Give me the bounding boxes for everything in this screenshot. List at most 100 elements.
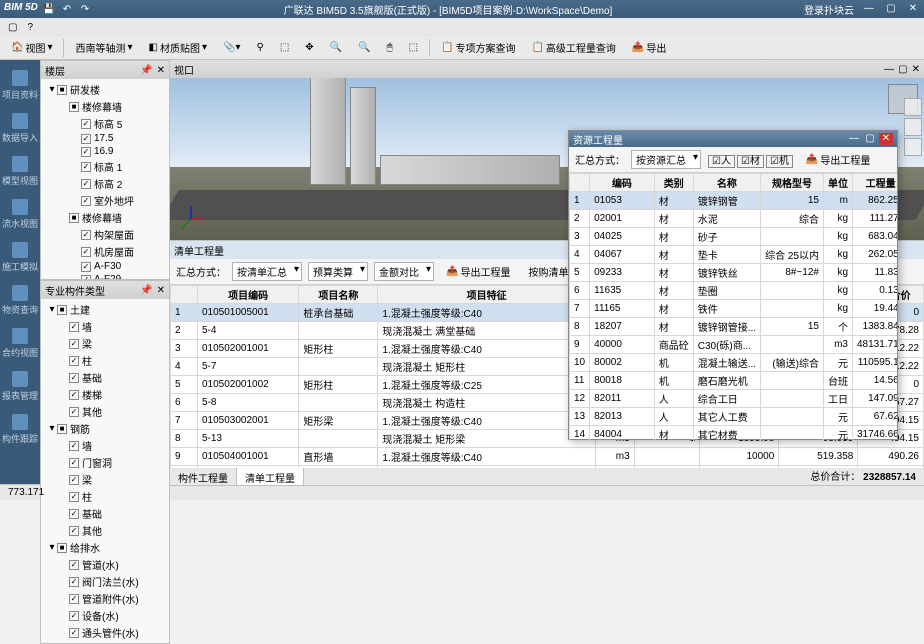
special-query-button[interactable]: 📋专项方案查询 <box>436 37 520 58</box>
nav-物资查询[interactable]: 物资查询 <box>0 279 40 322</box>
tab-list-qty[interactable]: 清单工程量 <box>237 468 304 485</box>
tree-item[interactable]: ✓梁 <box>43 335 167 352</box>
tree-item[interactable]: ✓基础 <box>43 505 167 522</box>
col-header[interactable]: 项目名称 <box>299 286 378 304</box>
tree-item[interactable]: ✓墙 <box>43 437 167 454</box>
table-row[interactable]: 1382013人其它人工费元67.628167.61 <box>570 408 898 426</box>
tree-item[interactable]: ✓管道(水) <box>43 556 167 573</box>
table-row[interactable]: 9010504001001直形墙1.混凝土强度等级:C40m310000519.… <box>171 448 924 466</box>
tree-item[interactable]: ✓墙 <box>43 318 167 335</box>
axis-gizmo-icon[interactable] <box>176 204 206 234</box>
side-tool-icon[interactable] <box>904 118 922 136</box>
menu-item[interactable]: ? <box>23 21 37 34</box>
tree-item[interactable]: ✓其他 <box>43 522 167 539</box>
table-row[interactable]: 1484004材其它材费元31746.666131746.65 <box>570 426 898 442</box>
f-summary-dropdown[interactable]: 按资源汇总 <box>631 150 701 169</box>
tree-item[interactable]: ✓构架屋面 <box>43 226 167 243</box>
tool-icon[interactable]: ⬚ <box>404 39 423 56</box>
min-icon[interactable]: — <box>884 64 894 75</box>
material-dropdown[interactable]: ◧材质贴图▾ <box>144 37 212 58</box>
type-tree[interactable]: ▾■土建✓墙✓梁✓柱✓基础✓楼梯✓其他▾■钢筋✓墙✓门窗洞✓梁✓柱✓基础✓其他▾… <box>41 299 169 643</box>
table-row[interactable]: 711165材铁件kg19.4434.6790.8 <box>570 300 898 318</box>
tab-component-qty[interactable]: 构件工程量 <box>170 468 237 485</box>
filter-机[interactable]: ☑机 <box>766 155 793 168</box>
tree-item[interactable]: ✓设备(水) <box>43 607 167 624</box>
col-header[interactable] <box>171 286 198 304</box>
budget-dropdown[interactable]: 预算类算 <box>308 262 368 281</box>
tree-item[interactable]: ✓柱 <box>43 352 167 369</box>
export-quantity-button[interactable]: 📤导出工程量 <box>440 262 516 281</box>
tree-item[interactable]: ▾■研发楼 <box>43 81 167 98</box>
tool-icon[interactable]: 📎▾ <box>218 39 245 56</box>
tool-icon[interactable]: ✥ <box>300 39 318 56</box>
tree-item[interactable]: ✓管道附件(水) <box>43 590 167 607</box>
nav-数据导入[interactable]: 数据导入 <box>0 107 40 150</box>
advanced-query-button[interactable]: 📋高级工程量查询 <box>526 37 620 58</box>
pin-icon[interactable]: 📌 <box>140 65 152 76</box>
table-row[interactable]: 611635材垫圈kg0.1320.686.39 <box>570 282 898 300</box>
view-button[interactable]: 🏠视图▾ <box>6 37 57 58</box>
resource-table[interactable]: 编码类别名称规格型号单位工程量单价合价(元)101053材镀锌钢管15m862.… <box>569 173 897 441</box>
tree-item[interactable]: ✓阀门法兰(水) <box>43 573 167 590</box>
tree-item[interactable]: ▾■钢筋 <box>43 420 167 437</box>
table-row[interactable]: 101053材镀锌钢管15m862.2593.993440.41 <box>570 192 898 210</box>
tree-item[interactable]: ✓A-F29 <box>43 273 167 279</box>
tree-item[interactable]: ■楼修幕墙 <box>43 209 167 226</box>
dialog-close-icon[interactable]: ✕ <box>879 133 893 145</box>
table-row[interactable]: 304025材砂子kg683.0440.0427.32 <box>570 228 898 246</box>
filter-人[interactable]: ☑人 <box>708 155 735 168</box>
table-row[interactable]: 940000商品砼C30(砾)商...m348131.7134101981000… <box>570 336 898 354</box>
close-icon[interactable]: ✕ <box>906 2 920 16</box>
side-tool-icon[interactable] <box>904 138 922 156</box>
tool-icon[interactable]: 🔍 <box>325 39 347 56</box>
tool-icon[interactable]: ⚲ <box>251 39 268 56</box>
tree-item[interactable]: ✓标高 2 <box>43 175 167 192</box>
tree-item[interactable]: ✓楼梯 <box>43 386 167 403</box>
nav-模型视图[interactable]: 模型视图 <box>0 150 40 193</box>
tree-item[interactable]: ✓梁 <box>43 471 167 488</box>
tree-item[interactable]: ■楼修幕墙 <box>43 98 167 115</box>
tree-item[interactable]: ✓基础 <box>43 369 167 386</box>
export-button[interactable]: 📤导出 <box>627 37 671 58</box>
maximize-icon[interactable]: ▢ <box>884 2 898 16</box>
contrast-dropdown[interactable]: 金额对比 <box>374 262 434 281</box>
col-header[interactable] <box>570 174 590 192</box>
tree-item[interactable]: ✓A-F30 <box>43 260 167 273</box>
tree-item[interactable]: ✓标高 1 <box>43 158 167 175</box>
tree-item[interactable]: ▾■土建 <box>43 301 167 318</box>
nav-流水视图[interactable]: 流水视图 <box>0 193 40 236</box>
col-header[interactable]: 编码 <box>590 174 655 192</box>
tool-icon[interactable]: ⬚ <box>275 39 294 56</box>
col-header[interactable]: 项目编码 <box>197 286 298 304</box>
tree-item[interactable]: ✓室外地坪 <box>43 192 167 209</box>
table-row[interactable]: 1080002机混凝土输送...(输送)综合元110595.191110595.… <box>570 354 898 372</box>
tree-item[interactable]: ✓通头管件(水) <box>43 624 167 641</box>
tree-item[interactable]: ✓柱 <box>43 488 167 505</box>
nav-合约视图[interactable]: 合约视图 <box>0 322 40 365</box>
tree-item[interactable]: ✓机房屋面 <box>43 243 167 260</box>
dialog-max-icon[interactable]: ▢ <box>863 133 877 145</box>
nav-报表管理[interactable]: 报表管理 <box>0 365 40 408</box>
tree-item[interactable]: ▾■给排水 <box>43 539 167 556</box>
tree-item[interactable]: ✓标高 5 <box>43 115 167 132</box>
col-header[interactable]: 名称 <box>693 174 760 192</box>
dialog-min-icon[interactable]: — <box>847 133 861 145</box>
nav-施工模拟[interactable]: 施工模拟 <box>0 236 40 279</box>
col-header[interactable]: 项目特征 <box>378 286 595 304</box>
col-header[interactable]: 类别 <box>654 174 693 192</box>
tool-icon[interactable]: 🔍 <box>353 39 375 56</box>
table-row[interactable]: 1282011人综合工日工日147.09132.534784.88 <box>570 390 898 408</box>
table-row[interactable]: 818207材镀锌钢管接...15个1383.8410.52719.6 <box>570 318 898 336</box>
minimize-icon[interactable]: — <box>862 2 876 16</box>
nav-构件跟踪[interactable]: 构件跟踪 <box>0 408 40 451</box>
axis-view-dropdown[interactable]: 西南等轴测▾ <box>70 37 137 58</box>
table-row[interactable]: 1180018机磨石磨光机台班14.5644806990.72 <box>570 372 898 390</box>
floor-tree[interactable]: ▾■研发楼■楼修幕墙✓标高 5✓17.5✓16.9✓标高 1✓标高 2✓室外地坪… <box>41 79 169 279</box>
side-tool-icon[interactable] <box>904 98 922 116</box>
table-row[interactable]: 404067材垫卡综合 25以内kg262.0590.45117.93 <box>570 246 898 264</box>
tool-icon[interactable]: 🖱 <box>382 39 398 56</box>
table-row[interactable]: 509233材镀锌铁丝8#~12#kg11.8353.8545.56 <box>570 264 898 282</box>
tree-item[interactable]: ✓16.9 <box>43 145 167 158</box>
filter-材[interactable]: ☑材 <box>737 155 764 168</box>
qat-undo-icon[interactable]: ↶ <box>60 2 74 16</box>
